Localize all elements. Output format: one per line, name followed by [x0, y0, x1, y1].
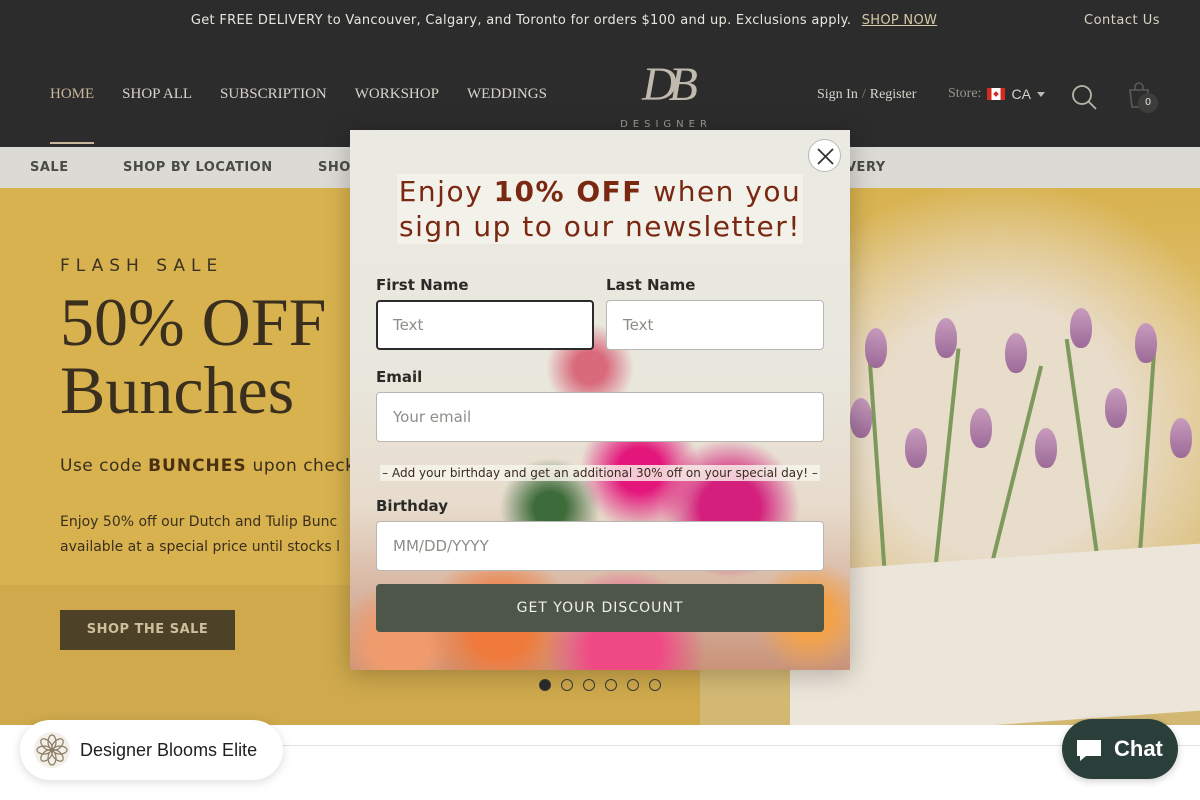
nav-shop-all[interactable]: SHOP ALL: [122, 86, 192, 103]
nav-home[interactable]: HOME: [50, 86, 95, 144]
promo-code: BUNCHES: [148, 456, 247, 476]
promo-code-line: Use code BUNCHES upon checko: [60, 456, 366, 476]
nav-subscription[interactable]: SUBSCRIPTION: [220, 86, 327, 103]
account-links: Sign In / Register: [817, 87, 916, 103]
subnav-delivery[interactable]: VERY: [846, 160, 886, 175]
flower-box: [790, 543, 1200, 725]
nav-workshop[interactable]: WORKSHOP: [355, 86, 439, 103]
email-label: Email: [376, 368, 423, 386]
flower-icon: [34, 732, 70, 768]
search-icon[interactable]: [1070, 83, 1098, 111]
shop-now-link[interactable]: SHOP NOW: [862, 13, 937, 28]
slider-dot-5[interactable]: [627, 679, 639, 691]
promo-code-prefix: Use code: [60, 456, 143, 476]
close-icon: [817, 148, 834, 165]
slider-dot-2[interactable]: [561, 679, 573, 691]
slider-dot-6[interactable]: [649, 679, 661, 691]
announcement-message: Get FREE DELIVERY to Vancouver, Calgary,…: [0, 13, 1128, 28]
hero-eyebrow: FLASH SALE: [60, 256, 224, 276]
store-label: Store:: [948, 86, 982, 101]
last-name-input[interactable]: Text: [606, 300, 824, 350]
sign-in-link[interactable]: Sign In: [817, 87, 858, 102]
popup-title-part1: Enjoy: [398, 175, 494, 208]
chat-bubble-icon: [1077, 740, 1101, 761]
chat-label: Chat: [1114, 736, 1163, 761]
canada-flag-icon: [987, 88, 1006, 100]
slider-dot-1[interactable]: [539, 679, 551, 691]
slider-dot-4[interactable]: [605, 679, 617, 691]
chat-button[interactable]: Chat: [1062, 719, 1178, 779]
loyalty-label: Designer Blooms Elite: [80, 740, 258, 760]
register-link[interactable]: Register: [870, 87, 917, 102]
subnav-shop-by-location[interactable]: SHOP BY LOCATION: [123, 160, 273, 175]
popup-title-discount: 10% OFF: [493, 175, 643, 208]
popup-title-line2: sign up to our newsletter!: [397, 209, 803, 244]
announcement-text: Get FREE DELIVERY to Vancouver, Calgary,…: [190, 13, 852, 28]
birthday-note-text: – Add your birthday and get an additiona…: [380, 465, 820, 481]
slider-dots: [539, 679, 661, 691]
hero-blurb-line2: available at a special price until stock…: [60, 539, 341, 555]
nav-weddings[interactable]: WEDDINGS: [467, 86, 547, 103]
birthday-note: – Add your birthday and get an additiona…: [376, 465, 824, 481]
chevron-down-icon: [1036, 91, 1045, 97]
birthday-input[interactable]: MM/DD/YYYY: [376, 521, 824, 571]
slider-dot-3[interactable]: [583, 679, 595, 691]
last-name-label: Last Name: [606, 276, 696, 294]
birthday-label: Birthday: [376, 497, 448, 515]
hero-blurb-line1: Enjoy 50% off our Dutch and Tulip Bunc: [60, 514, 338, 530]
cart-count-badge[interactable]: 0: [1138, 93, 1158, 113]
account-separator: /: [861, 87, 866, 102]
hero-headline-line2: Bunches: [60, 352, 295, 428]
site-logo[interactable]: DB DESIGNER BLOOMS: [583, 57, 749, 141]
contact-us-link[interactable]: Contact Us: [1084, 13, 1160, 28]
email-input[interactable]: Your email: [376, 392, 824, 442]
announcement-bar: Get FREE DELIVERY to Vancouver, Calgary,…: [0, 0, 1200, 43]
hero-headline: 50% OFF Bunches: [60, 288, 326, 424]
get-discount-button[interactable]: GET YOUR DISCOUNT: [376, 584, 824, 632]
hero-headline-line1: 50% OFF: [60, 284, 327, 360]
first-name-input[interactable]: Text: [376, 300, 594, 350]
popup-title-part2: when you: [642, 175, 802, 208]
popup-title-line1: Enjoy 10% OFF when you: [396, 174, 804, 209]
loyalty-widget[interactable]: Designer Blooms Elite: [20, 720, 283, 780]
logo-monogram: DB: [642, 58, 698, 111]
store-code: CA: [1011, 86, 1031, 102]
shop-the-sale-button[interactable]: SHOP THE SALE: [60, 610, 235, 650]
first-name-label: First Name: [376, 276, 469, 294]
store-selector[interactable]: Store: CA: [948, 86, 1045, 102]
close-popup-button[interactable]: [808, 139, 841, 172]
newsletter-popup: Enjoy 10% OFF when you sign up to our ne…: [350, 130, 850, 670]
popup-title: Enjoy 10% OFF when you sign up to our ne…: [350, 174, 850, 244]
main-nav: HOME SHOP ALL SUBSCRIPTION WORKSHOP WEDD…: [50, 86, 547, 144]
promo-code-suffix: upon checko: [252, 456, 366, 476]
hero-blurb: Enjoy 50% off our Dutch and Tulip Bunc a…: [60, 510, 360, 560]
subnav-sale[interactable]: SALE: [30, 160, 69, 175]
